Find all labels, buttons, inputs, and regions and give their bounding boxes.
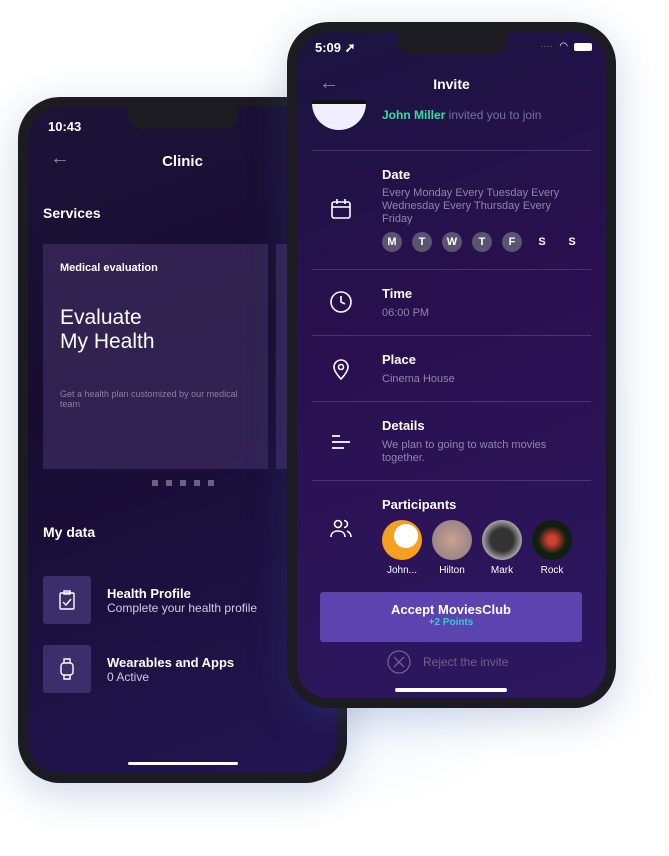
status-time: 10:43 xyxy=(48,119,82,134)
participant-name: John... xyxy=(386,565,418,576)
weekday-chip[interactable]: W xyxy=(442,232,462,252)
participant[interactable]: Mark xyxy=(477,520,527,576)
place-label: Place xyxy=(382,352,416,367)
details-value: We plan to going to watch movies togethe… xyxy=(382,439,547,464)
watch-icon xyxy=(43,645,91,693)
invite-phone: 5:09 ➚ ···· ◠ ← Invite John Miller invite… xyxy=(287,22,616,708)
page-title: Invite xyxy=(433,76,470,92)
time-label: Time xyxy=(382,286,413,301)
inviter-avatar xyxy=(312,100,366,130)
health-profile-item[interactable]: Health Profile Complete your health profi… xyxy=(43,576,257,624)
participant[interactable]: Rock xyxy=(527,520,577,576)
people-icon xyxy=(330,519,352,538)
weekday-selector: MTWTFSS xyxy=(382,232,592,252)
weekday-chip[interactable]: T xyxy=(472,232,492,252)
wifi-icon: ◠ xyxy=(559,41,568,52)
wearables-item[interactable]: Wearables and Apps 0 Active xyxy=(43,645,234,693)
participant[interactable]: John... xyxy=(377,520,427,576)
participants-list: John... Hilton Mark Rock xyxy=(377,520,577,576)
participant-avatar xyxy=(532,520,572,560)
services-heading: Services xyxy=(43,205,101,221)
service-card[interactable]: Medical evaluation Evaluate My Health Get… xyxy=(43,244,268,469)
clipboard-icon xyxy=(43,576,91,624)
weekday-chip[interactable]: S xyxy=(562,232,582,252)
participant-avatar xyxy=(432,520,472,560)
my-data-heading: My data xyxy=(43,524,96,540)
date-value: Every Monday Every Tuesday Every Wednesd… xyxy=(382,187,560,225)
weekday-chip[interactable]: F xyxy=(502,232,522,252)
accept-button[interactable]: Accept MoviesClub +2 Points xyxy=(320,592,582,642)
weekday-chip[interactable]: S xyxy=(532,232,552,252)
close-circle-icon xyxy=(387,650,411,674)
weekday-chip[interactable]: M xyxy=(382,232,402,252)
invite-screen: 5:09 ➚ ···· ◠ ← Invite John Miller invite… xyxy=(297,32,606,698)
participant-name: Rock xyxy=(540,565,564,576)
battery-icon xyxy=(574,42,592,51)
participant-avatar xyxy=(382,520,422,560)
card-headline: Evaluate My Health xyxy=(60,306,155,353)
reject-button[interactable]: Reject the invite xyxy=(387,650,508,674)
status-time: 5:09 ➚ xyxy=(315,40,356,55)
place-value: Cinema House xyxy=(382,373,455,385)
details-lines-icon xyxy=(332,435,350,449)
weekday-chip[interactable]: T xyxy=(412,232,432,252)
participant[interactable]: Hilton xyxy=(427,520,477,576)
date-label: Date xyxy=(382,167,411,182)
participant-avatar xyxy=(482,520,522,560)
participant-name: Hilton xyxy=(439,565,465,576)
carousel-dots[interactable] xyxy=(152,473,222,491)
invite-message: John Miller invited you to join xyxy=(382,108,542,122)
card-description: Get a health plan customized by our medi… xyxy=(60,389,238,409)
participant-name: Mark xyxy=(490,565,514,576)
clock-icon xyxy=(330,291,352,313)
home-indicator xyxy=(395,688,507,692)
participants-label: Participants xyxy=(382,497,457,512)
status-icons: ···· ◠ xyxy=(540,41,592,52)
card-label: Medical evaluation xyxy=(60,262,158,274)
details-label: Details xyxy=(382,418,425,433)
location-pin-icon xyxy=(333,359,349,381)
home-indicator xyxy=(128,762,238,765)
time-value: 06:00 PM xyxy=(382,307,430,319)
calendar-icon xyxy=(331,199,351,219)
